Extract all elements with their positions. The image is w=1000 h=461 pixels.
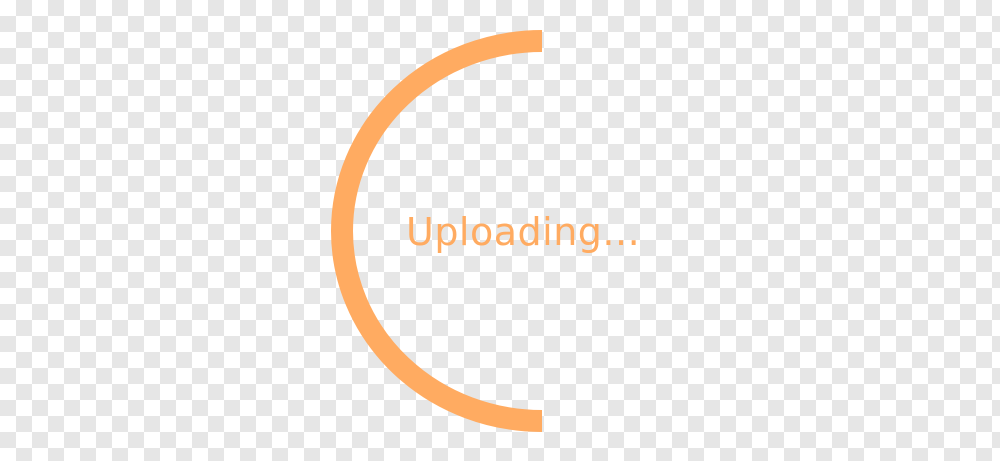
uploading-status-text: Uploading... [406,210,641,254]
upload-loader: Uploading... [0,0,1000,461]
